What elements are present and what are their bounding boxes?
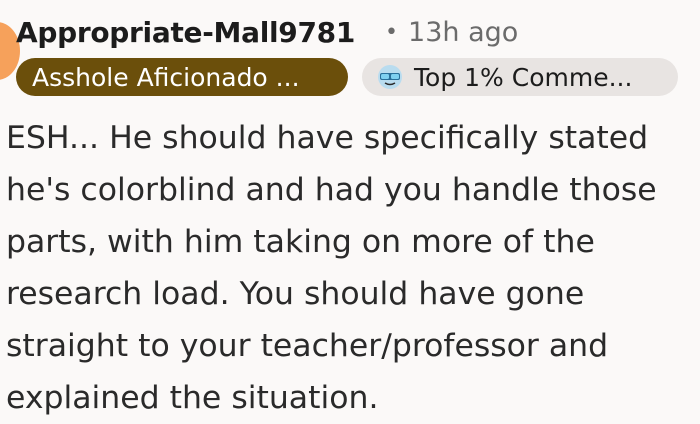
sunglasses-badge-icon (378, 65, 402, 89)
comment-body-line: parts, with him taking on more of the (6, 224, 595, 260)
comment-body-line: straight to your teacher/professor and (6, 328, 609, 364)
top-commenter-badge[interactable]: Top 1% Comme... (362, 58, 678, 96)
author-username[interactable]: Appropriate-Mall9781 (16, 16, 355, 49)
user-flair[interactable]: Asshole Aficionado ... (16, 58, 348, 96)
comment-body-line: ESH... He should have specifically state… (6, 120, 649, 156)
timestamp[interactable]: 13h ago (408, 17, 518, 48)
comment-body: ESH... He should have specifically state… (6, 112, 696, 424)
flair-row: Asshole Aficionado ... Top 1% Comme... (16, 57, 678, 97)
badge-label: Top 1% Comme... (414, 62, 633, 92)
comment-body-line: he's colorblind and had you handle those (6, 172, 657, 208)
comment-body-line: explained the situation. (6, 380, 379, 416)
comment-header: Appropriate-Mall9781 • 13h ago (16, 12, 518, 52)
comment: Appropriate-Mall9781 • 13h ago Asshole A… (0, 0, 700, 424)
separator-dot: • (385, 19, 399, 45)
comment-body-line: research load. You should have gone (6, 276, 585, 312)
